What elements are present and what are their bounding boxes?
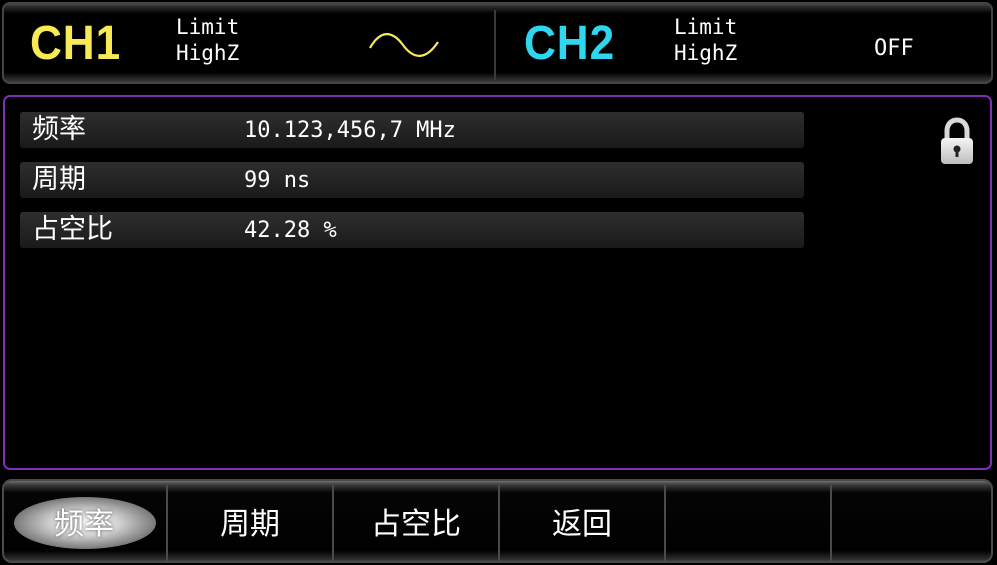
softkey-label: 返回 bbox=[552, 507, 612, 542]
param-value: 99 ns bbox=[244, 168, 311, 193]
param-value: 42.28 % bbox=[244, 218, 337, 243]
channel-2-status[interactable]: CH2 Limit HighZ OFF bbox=[496, 2, 993, 84]
param-row-frequency[interactable]: 频率 10.123,456,7 MHz bbox=[20, 112, 804, 148]
parameter-panel: 频率 10.123,456,7 MHz 周期 99 ns 占空比 42.28 % bbox=[3, 95, 992, 470]
softkey-frequency[interactable]: 频率 bbox=[2, 479, 166, 563]
softkey-label: 占空比 bbox=[371, 507, 461, 542]
softkey-label: 周期 bbox=[220, 507, 280, 542]
sine-wave-icon bbox=[369, 33, 439, 57]
softkey-period[interactable]: 周期 bbox=[168, 479, 332, 563]
channel-1-load-line1: Limit bbox=[176, 15, 240, 39]
channel-2-output-status: OFF bbox=[874, 36, 914, 61]
channel-2-name: CH2 bbox=[524, 17, 616, 70]
channel-1-load-line2: HighZ bbox=[176, 41, 240, 65]
param-row-period[interactable]: 周期 99 ns bbox=[20, 162, 804, 198]
channel-2-load-line2: HighZ bbox=[674, 41, 738, 65]
channel-1-status[interactable]: CH1 Limit HighZ bbox=[2, 2, 494, 84]
channel-2-load: Limit HighZ bbox=[674, 14, 737, 66]
softkey-duty-cycle[interactable]: 占空比 bbox=[334, 479, 498, 563]
softkey-blank-6[interactable] bbox=[832, 479, 992, 563]
channel-header: CH1 Limit HighZ CH2 Limit HighZ OFF bbox=[2, 2, 993, 84]
channel-1-name: CH1 bbox=[30, 17, 122, 70]
softkey-bar: 频率 周期 占空比 返回 bbox=[2, 479, 993, 563]
param-row-duty-cycle[interactable]: 占空比 42.28 % bbox=[20, 212, 804, 248]
lock-icon bbox=[941, 117, 973, 164]
param-value: 10.123,456,7 MHz bbox=[244, 118, 456, 143]
softkey-blank-5[interactable] bbox=[666, 479, 830, 563]
channel-2-load-line1: Limit bbox=[674, 15, 738, 39]
param-label: 周期 bbox=[32, 164, 86, 195]
softkey-return[interactable]: 返回 bbox=[500, 479, 664, 563]
param-label: 占空比 bbox=[32, 214, 113, 245]
param-label: 频率 bbox=[32, 114, 86, 145]
softkey-label: 频率 bbox=[54, 507, 114, 542]
channel-1-load: Limit HighZ bbox=[176, 14, 239, 66]
